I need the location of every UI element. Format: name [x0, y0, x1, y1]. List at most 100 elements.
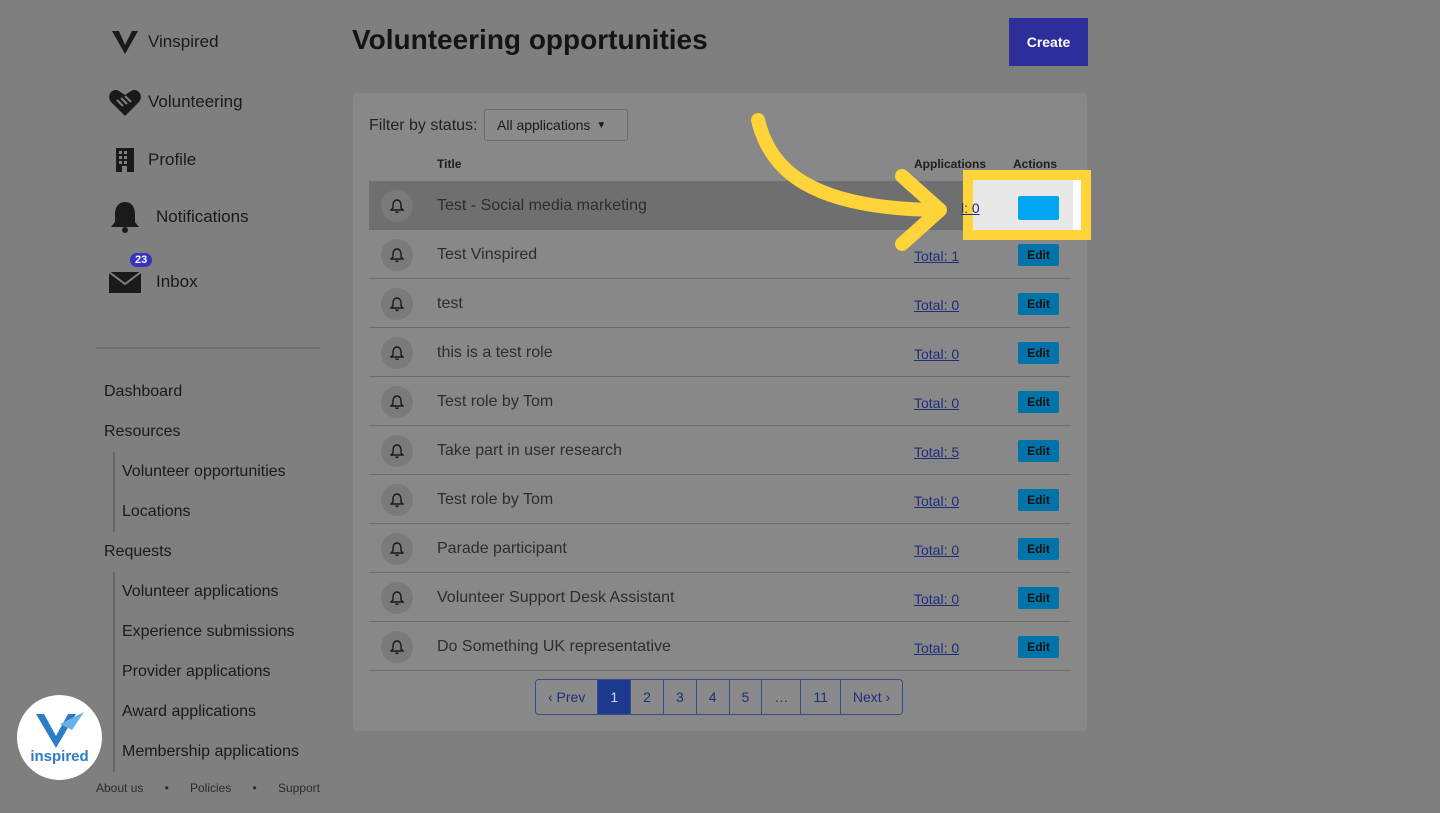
nav-profile[interactable]: Profile — [108, 143, 196, 177]
bell-icon[interactable] — [381, 288, 413, 320]
applications-total-link[interactable]: Total: 0 — [914, 346, 959, 362]
nav-inbox[interactable]: 23 Inbox — [108, 253, 198, 299]
table-row: Parade participant Total: 0 Edit — [369, 524, 1071, 573]
edit-button[interactable]: Edit — [1018, 489, 1059, 511]
footer-support-link[interactable]: Support — [278, 781, 320, 795]
footer-links: About us • Policies • Support — [96, 781, 320, 795]
edit-button[interactable]: Edit — [1018, 587, 1059, 609]
edit-button[interactable]: Edit — [1018, 244, 1059, 266]
nav-notifications[interactable]: Notifications — [108, 200, 249, 234]
pagination: ‹ Prev 1 2 3 4 5 … 11 Next › — [535, 679, 904, 715]
footer-policies-link[interactable]: Policies — [190, 781, 231, 795]
edit-button[interactable]: Edit — [1018, 342, 1059, 364]
caret-down-icon: ▼ — [596, 119, 607, 131]
nav-notifications-label: Notifications — [156, 207, 249, 226]
footer-about-link[interactable]: About us — [96, 781, 143, 795]
bell-icon — [108, 200, 142, 234]
bell-icon[interactable] — [381, 582, 413, 614]
row-title: Test Vinspired — [437, 246, 538, 263]
edit-button[interactable]: Edit — [1018, 293, 1059, 315]
requests-submenu: Volunteer applications Experience submis… — [113, 572, 299, 772]
menu-volunteer-applications[interactable]: Volunteer applications — [122, 572, 299, 612]
row-title: Volunteer Support Desk Assistant — [437, 589, 675, 606]
applications-total-link[interactable]: Total: 5 — [914, 444, 959, 460]
inspired-logo: inspired — [17, 695, 102, 780]
nav-vinspired[interactable]: Vinspired — [108, 25, 219, 59]
pagination-prev[interactable]: ‹ Prev — [536, 680, 599, 714]
row-title: Test role by Tom — [437, 491, 554, 508]
bell-icon[interactable] — [381, 190, 413, 222]
bell-icon[interactable] — [381, 631, 413, 663]
applications-total-link[interactable]: Total: 0 — [914, 640, 959, 656]
pagination-page-4[interactable]: 4 — [696, 680, 730, 714]
menu-resources[interactable]: Resources — [104, 423, 180, 441]
bell-icon[interactable] — [381, 533, 413, 565]
footer-separator: • — [164, 781, 169, 795]
menu-locations[interactable]: Locations — [122, 492, 286, 532]
pagination-page-3[interactable]: 3 — [663, 680, 697, 714]
menu-membership-applications[interactable]: Membership applications — [122, 732, 299, 772]
row-title: Test role by Tom — [437, 393, 554, 410]
handshake-heart-icon — [108, 85, 142, 119]
bell-icon[interactable] — [381, 435, 413, 467]
highlight-scroll-bar — [1073, 180, 1081, 230]
column-header-actions: Actions — [1013, 157, 1058, 171]
pagination-page-1[interactable]: 1 — [598, 680, 632, 714]
building-icon — [108, 143, 142, 177]
pointer-arrow-icon — [751, 113, 947, 251]
edit-button[interactable]: Edit — [1018, 538, 1059, 560]
pagination-next[interactable]: Next › — [840, 680, 903, 714]
row-title: test — [437, 295, 463, 312]
inspired-v-icon — [35, 712, 84, 748]
pagination-page-11[interactable]: 11 — [801, 680, 841, 714]
applications-total-link[interactable]: Total: 0 — [914, 591, 959, 607]
sidebar-divider — [96, 347, 320, 349]
table-row: Do Something UK representative Total: 0 Ed… — [369, 622, 1071, 671]
highlighted-edit-button[interactable]: Edit — [1018, 196, 1059, 220]
pagination-page-2[interactable]: 2 — [631, 680, 664, 714]
row-title: Parade participant — [437, 540, 567, 557]
row-title: this is a test role — [437, 344, 553, 361]
envelope-icon: 23 — [108, 253, 153, 299]
status-filter-select[interactable]: All applications ▼ — [484, 109, 628, 141]
inspired-logo-text: inspired — [30, 748, 89, 765]
edit-button[interactable]: Edit — [1018, 440, 1059, 462]
table-row: test Total: 0 Edit — [369, 279, 1071, 328]
table-row: Test role by Tom Total: 0 Edit — [369, 475, 1071, 524]
row-title: Do Something UK representative — [437, 638, 671, 655]
table-row: this is a test role Total: 0 Edit — [369, 328, 1071, 377]
applications-total-link[interactable]: Total: 0 — [914, 542, 959, 558]
bell-icon[interactable] — [381, 239, 413, 271]
edit-button-highlight: l: 0 Edit — [961, 170, 1091, 240]
nav-inbox-label: Inbox — [156, 272, 198, 291]
bell-icon[interactable] — [381, 484, 413, 516]
nav-profile-label: Profile — [148, 150, 197, 169]
menu-volunteer-opportunities[interactable]: Volunteer opportunities — [122, 452, 286, 492]
highlight-total-partial: l: 0 — [961, 200, 980, 216]
applications-total-link[interactable]: Total: 0 — [914, 493, 959, 509]
edit-button[interactable]: Edit — [1018, 636, 1059, 658]
bell-icon[interactable] — [381, 337, 413, 369]
menu-requests[interactable]: Requests — [104, 543, 172, 561]
row-title: Test - Social media marketing — [437, 197, 647, 214]
pagination-ellipsis: … — [762, 680, 802, 714]
menu-dashboard[interactable]: Dashboard — [104, 383, 182, 401]
applications-total-link[interactable]: Total: 0 — [914, 297, 959, 313]
menu-award-applications[interactable]: Award applications — [122, 692, 299, 732]
pagination-page-5[interactable]: 5 — [729, 680, 763, 714]
edit-button[interactable]: Edit — [1018, 391, 1059, 413]
vinspired-logo-icon — [108, 25, 142, 59]
bell-icon[interactable] — [381, 386, 413, 418]
table-row: Volunteer Support Desk Assistant Total: 0… — [369, 573, 1071, 622]
nav-volunteering[interactable]: Volunteering — [108, 85, 243, 119]
menu-experience-submissions[interactable]: Experience submissions — [122, 612, 299, 652]
table-row: Take part in user research Total: 5 Edit — [369, 426, 1071, 475]
filter-label: Filter by status: — [369, 117, 478, 134]
menu-provider-applications[interactable]: Provider applications — [122, 652, 299, 692]
inbox-count-badge: 23 — [130, 253, 153, 267]
create-button[interactable]: Create — [1009, 18, 1088, 66]
applications-total-link[interactable]: Total: 0 — [914, 395, 959, 411]
column-header-title: Title — [437, 157, 462, 171]
table-row: Test role by Tom Total: 0 Edit — [369, 377, 1071, 426]
row-title: Take part in user research — [437, 442, 622, 459]
